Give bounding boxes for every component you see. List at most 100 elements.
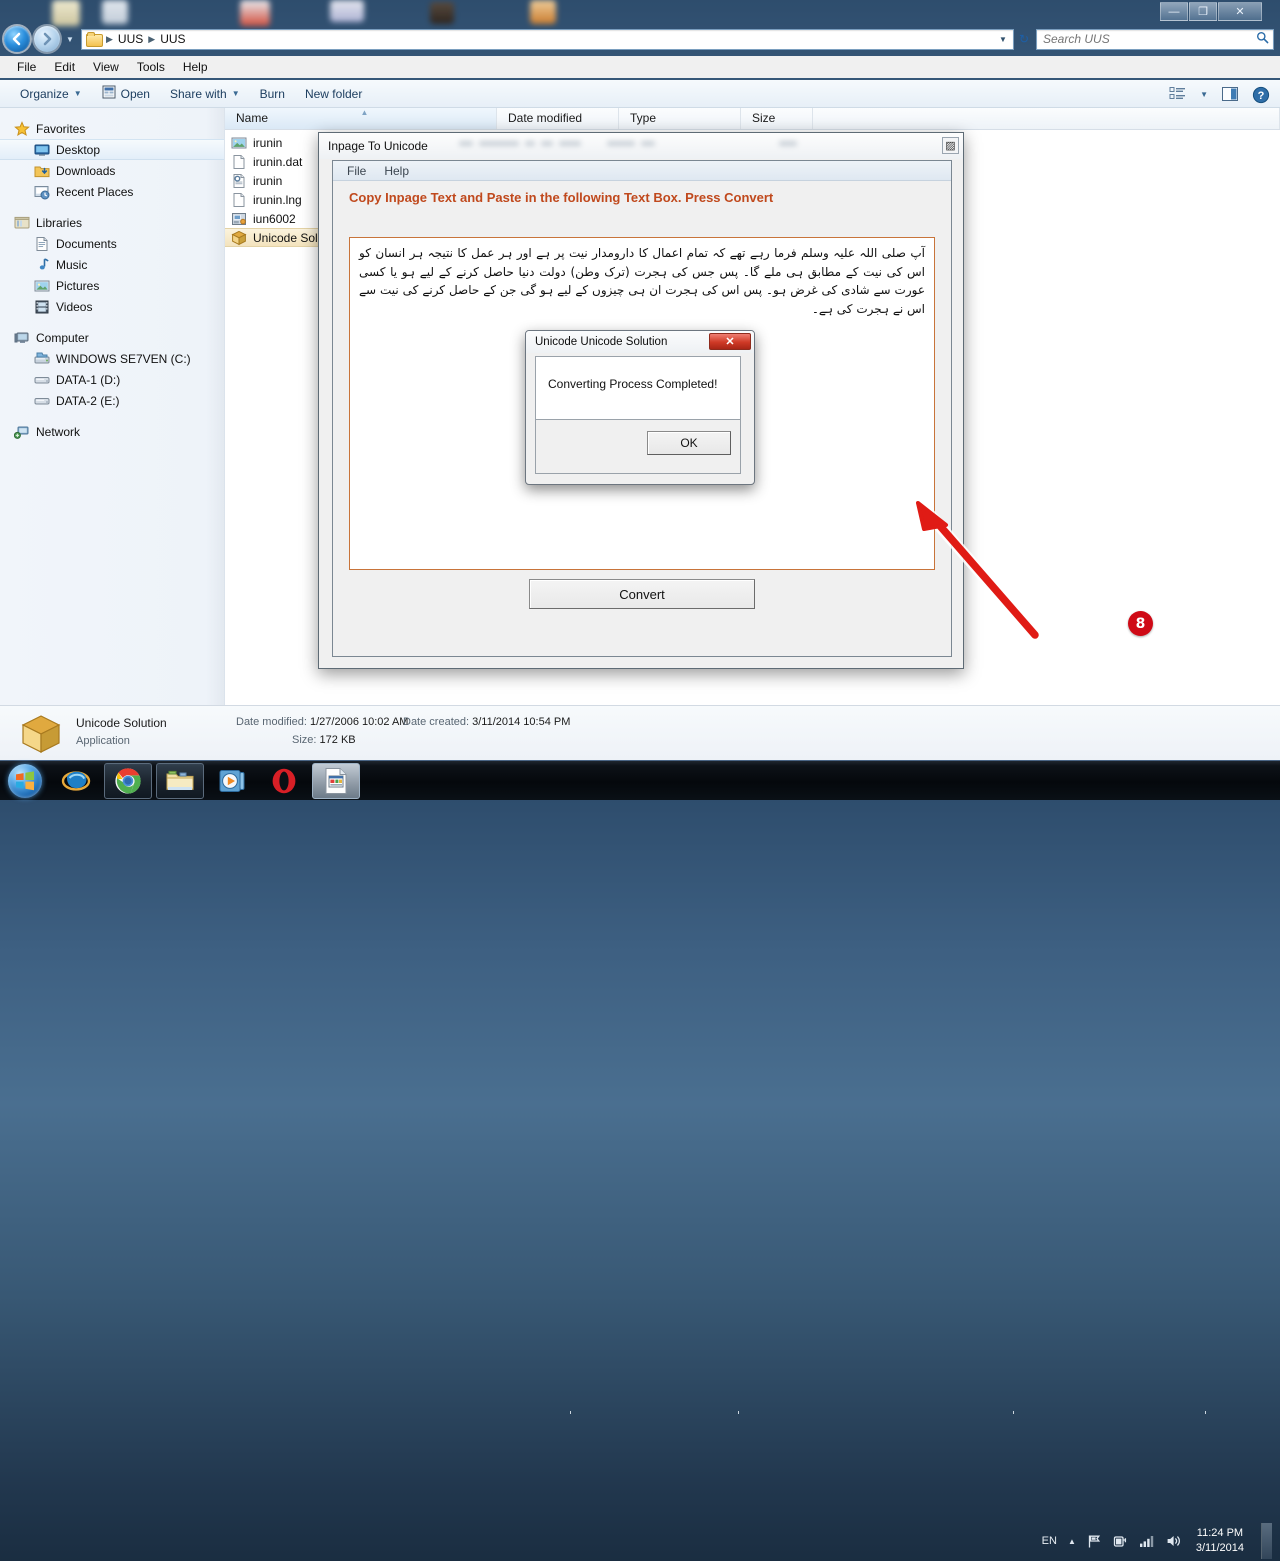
taskbar-item-opera-browser[interactable] <box>260 763 308 799</box>
address-dropdown-icon[interactable]: ▼ <box>995 35 1011 44</box>
explorer-menubar: File Edit View Tools Help <box>0 56 1280 78</box>
app-restore-button[interactable]: ▨ <box>942 137 959 154</box>
chevron-down-icon[interactable]: ▼ <box>1200 90 1208 99</box>
sidebar-item-downloads[interactable]: Downloads <box>0 160 224 181</box>
navigation-pane: Favorites Desktop Downloads Recent Place… <box>0 108 225 705</box>
refresh-icon[interactable]: ↻ <box>1014 32 1034 46</box>
show-hidden-icons-button[interactable]: ▲ <box>1068 1537 1076 1546</box>
show-desktop-button[interactable] <box>1261 1523 1272 1559</box>
back-button[interactable] <box>4 26 30 52</box>
sidebar-item-pictures[interactable]: Pictures <box>0 275 224 296</box>
menu-view[interactable]: View <box>84 58 128 76</box>
column-header-size[interactable]: Size <box>741 108 813 129</box>
sidebar-item-desktop[interactable]: Desktop <box>0 139 224 160</box>
column-header-date-modified[interactable]: Date modified <box>497 108 619 129</box>
details-divider <box>738 1411 739 1414</box>
search-icon <box>1255 31 1269 47</box>
clock-time: 11:24 PM <box>1196 1527 1244 1540</box>
forward-button[interactable] <box>34 26 60 52</box>
column-header-name[interactable]: ▲ Name <box>225 108 497 129</box>
sidebar-header-favorites[interactable]: Favorites <box>0 118 224 139</box>
sidebar-header-libraries[interactable]: Libraries <box>0 212 224 233</box>
app-menubar: File Help <box>333 161 951 181</box>
taskbar-item-google-chrome[interactable] <box>104 762 152 799</box>
menu-file[interactable]: File <box>8 58 45 76</box>
dialog-titlebar: Unicode Unicode Solution ✕ <box>526 331 754 353</box>
sidebar-item-documents[interactable]: Documents <box>0 233 224 254</box>
convert-button[interactable]: Convert <box>529 579 755 609</box>
recent-pages-chevron-icon[interactable]: ▼ <box>63 35 77 44</box>
nav-group-favorites: Favorites Desktop Downloads Recent Place… <box>0 118 224 202</box>
minimize-button[interactable]: — <box>1160 2 1188 21</box>
burn-button[interactable]: Burn <box>250 84 295 104</box>
taskbar-item-windows-media-player[interactable] <box>208 763 256 799</box>
action-center-flag-icon[interactable] <box>1087 1534 1102 1549</box>
command-bar-right: ▼ ? <box>1169 80 1270 108</box>
sidebar-label: Libraries <box>36 215 83 230</box>
search-input[interactable] <box>1041 31 1255 47</box>
videos-film-icon <box>34 299 50 315</box>
sidebar-item-windows-drive[interactable]: WINDOWS SE7VEN (C:) <box>0 348 224 369</box>
convert-button-row: Convert <box>333 579 951 609</box>
menu-tools[interactable]: Tools <box>128 58 174 76</box>
new-folder-button[interactable]: New folder <box>295 84 372 104</box>
file-name: irunin <box>253 173 283 188</box>
network-signal-icon[interactable] <box>1139 1534 1155 1548</box>
details-name-column: Unicode Solution Application <box>76 716 167 747</box>
open-button[interactable]: Open <box>92 82 160 105</box>
details-date-modified-label: Date modified: <box>236 716 307 728</box>
table-row[interactable]: Unicode Sol <box>225 228 320 247</box>
sidebar-item-data2-drive[interactable]: DATA-2 (E:) <box>0 390 224 411</box>
sidebar-label: Computer <box>36 330 89 345</box>
language-indicator[interactable]: EN <box>1042 1535 1057 1547</box>
search-box[interactable] <box>1036 28 1274 50</box>
sidebar-item-recent-places[interactable]: Recent Places <box>0 181 224 202</box>
close-icon[interactable]: ✕ <box>709 333 751 350</box>
image-file-icon <box>231 135 247 151</box>
maximize-button[interactable]: ❐ <box>1189 2 1217 21</box>
file-name: irunin.lng <box>253 192 302 207</box>
file-name: irunin.dat <box>253 154 303 169</box>
sidebar-header-computer[interactable]: Computer <box>0 327 224 348</box>
app-menu-file[interactable]: File <box>338 162 375 180</box>
taskbar-item-windows-explorer[interactable] <box>156 762 204 799</box>
column-header-type[interactable]: Type <box>619 108 741 129</box>
clock[interactable]: 11:24 PM 3/11/2014 <box>1196 1526 1244 1556</box>
breadcrumb-item-2[interactable]: UUS <box>156 32 189 46</box>
preview-pane-icon[interactable] <box>1221 86 1239 102</box>
sidebar-label: Documents <box>56 236 117 251</box>
explorer-command-bar: Organize ▼ Open Share with ▼ Burn New fo… <box>0 80 1280 108</box>
drive-icon <box>34 393 50 409</box>
power-plug-icon[interactable] <box>1113 1534 1128 1549</box>
breadcrumb-item-1[interactable]: UUS <box>114 32 147 46</box>
share-with-button[interactable]: Share with ▼ <box>160 84 250 104</box>
app-menu-help[interactable]: Help <box>375 162 418 180</box>
menu-help[interactable]: Help <box>174 58 217 76</box>
taskbar-item-inpage-unicode-app[interactable] <box>312 762 360 799</box>
dialog-message: Converting Process Completed! <box>548 377 718 391</box>
sidebar-item-music[interactable]: Music <box>0 254 224 275</box>
volume-icon[interactable] <box>1166 1534 1182 1548</box>
libraries-icon <box>14 215 30 231</box>
sidebar-item-videos[interactable]: Videos <box>0 296 224 317</box>
close-button[interactable]: ✕ <box>1218 2 1262 21</box>
chevron-down-icon: ▼ <box>73 89 82 98</box>
installer-icon <box>231 211 247 227</box>
generic-file-icon <box>231 192 247 208</box>
svg-text:?: ? <box>1258 90 1265 102</box>
taskbar-item-internet-explorer[interactable] <box>52 763 100 799</box>
sidebar-header-network[interactable]: Network <box>0 421 224 442</box>
details-created-column: Date created: 3/11/2014 10:54 PM <box>403 716 570 728</box>
explorer-titlebar: — ❐ ✕ <box>0 0 1280 26</box>
column-label: Name <box>236 111 269 125</box>
menu-edit[interactable]: Edit <box>45 58 84 76</box>
start-button[interactable] <box>2 762 48 800</box>
dialog-title-text: Unicode Unicode Solution <box>535 336 668 348</box>
help-icon[interactable]: ? <box>1252 86 1270 104</box>
sort-ascending-icon: ▲ <box>360 108 369 117</box>
ok-button[interactable]: OK <box>647 431 731 455</box>
sidebar-item-data1-drive[interactable]: DATA-1 (D:) <box>0 369 224 390</box>
organize-button[interactable]: Organize ▼ <box>10 84 92 104</box>
address-bar[interactable]: ▶ UUS ▶ UUS ▼ <box>81 28 1014 50</box>
view-options-icon[interactable] <box>1169 86 1187 102</box>
